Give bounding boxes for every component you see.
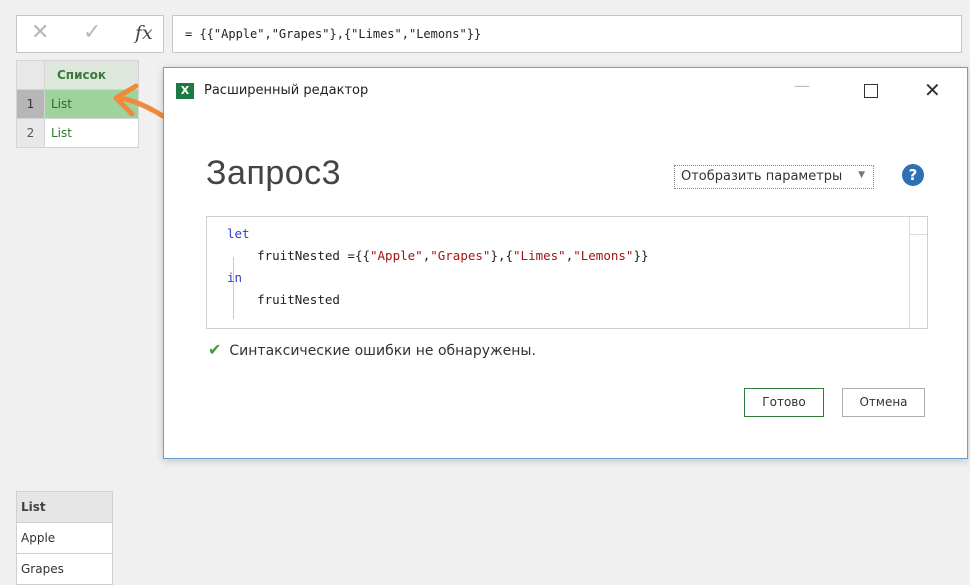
list-item-value[interactable]: Grapes [16,553,113,585]
string-literal: "Apple" [370,248,423,263]
syntax-status: ✔ Синтаксические ошибки не обнаружены. [208,340,536,359]
grid-corner [16,60,45,90]
advanced-editor-dialog: X Расширенный редактор — ✕ Запрос3 Отобр… [163,67,968,459]
check-icon[interactable]: ✓ [83,20,101,45]
code-lines: let fruitNested ={{"Apple","Grapes"},{"L… [227,226,649,307]
code-text: fruitNested ={{ [257,248,370,263]
row-number[interactable]: 2 [16,118,45,148]
maximize-icon[interactable] [864,84,878,98]
string-literal: "Grapes" [430,248,491,263]
scrollbar-corner [909,217,927,235]
check-icon: ✔ [208,340,222,359]
done-button[interactable]: Готово [744,388,824,417]
dialog-titlebar[interactable]: X Расширенный редактор — ✕ [164,68,967,112]
result-list: List Apple Grapes [16,491,113,585]
syntax-message: Синтаксические ошибки не обнаружены. [229,343,536,359]
dropdown-label: Отобразить параметры [681,169,843,184]
dialog-title: Расширенный редактор [204,83,369,98]
string-literal: "Limes" [513,248,566,263]
excel-icon: X [176,83,194,99]
list-header[interactable]: List [16,491,113,523]
cancel-button[interactable]: Отмена [842,388,925,417]
query-name: Запрос3 [206,154,342,192]
string-literal: "Lemons" [573,248,634,263]
formula-bar: ✕ ✓ fx = {{"Apple","Grapes"},{"Limes","L… [0,0,970,60]
list-item-value[interactable]: Apple [16,522,113,554]
formula-input[interactable]: = {{"Apple","Grapes"},{"Limes","Lemons"}… [172,15,962,53]
help-icon[interactable]: ? [902,164,924,186]
close-icon[interactable]: ✕ [924,78,941,102]
close-icon[interactable]: ✕ [31,20,49,45]
fx-icon[interactable]: fx [135,22,153,44]
code-editor[interactable]: let fruitNested ={{"Apple","Grapes"},{"L… [206,216,928,329]
list-item: Apple [16,522,113,554]
keyword-in: in [227,270,243,285]
row-number[interactable]: 1 [16,89,45,119]
display-options-dropdown[interactable]: Отобразить параметры ▼ [674,165,874,189]
formula-bar-controls: ✕ ✓ fx [16,15,164,53]
list-item: Grapes [16,553,113,585]
formula-text: = {{"Apple","Grapes"},{"Limes","Lemons"}… [185,27,482,41]
minimize-icon[interactable]: — [794,76,810,95]
keyword-let: let [227,226,250,241]
chevron-down-icon: ▼ [858,170,865,180]
code-text: fruitNested [257,292,340,307]
